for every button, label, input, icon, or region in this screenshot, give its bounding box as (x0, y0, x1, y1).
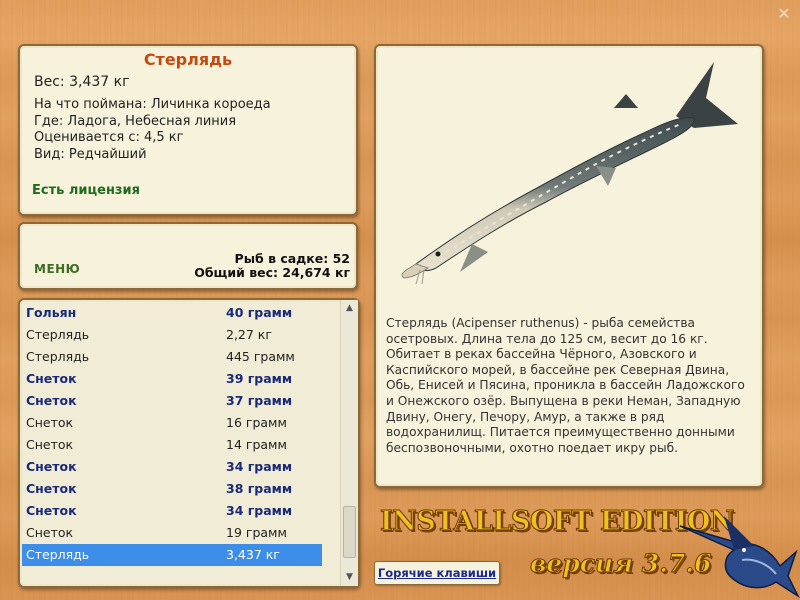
menu-button[interactable]: МЕНЮ (34, 262, 80, 276)
catch-fish-weight: 3,437 кг (226, 547, 280, 562)
catch-fish-weight: 16 грамм (226, 415, 287, 430)
marlin-logo-icon (679, 516, 800, 599)
fish-picture-panel: Стерлядь (Acipenser ruthenus) - рыба сем… (374, 44, 764, 488)
catch-list: Гольян 40 грамм Стерлядь 2,27 кг Стерлядь 445… (22, 302, 322, 566)
catch-fish-weight: 40 грамм (226, 305, 293, 320)
catch-list-row[interactable]: Снеток 16 грамм (22, 412, 322, 434)
catch-list-row[interactable]: Снеток 34 грамм (22, 500, 322, 522)
catch-list-scrollbar[interactable]: ▲ ▼ (340, 300, 358, 586)
total-weight: Общий вес: 24,674 кг (194, 265, 350, 280)
catch-fish-name: Стерлядь (26, 349, 90, 364)
catch-fish-name: Стерлядь (26, 547, 90, 562)
catch-fish-weight: 39 грамм (226, 371, 293, 386)
catch-fish-weight: 445 грамм (226, 349, 295, 364)
catch-fish-name: Снеток (26, 459, 77, 474)
catch-list-row[interactable]: Снеток 34 грамм (22, 456, 322, 478)
fish-weight: Вес: 3,437 кг (34, 74, 130, 90)
scroll-up-arrow-icon[interactable]: ▲ (341, 300, 358, 317)
fish-count: Рыб в садке: 52 (234, 251, 350, 266)
catch-fish-name: Гольян (26, 305, 77, 320)
catch-fish-weight: 34 грамм (226, 503, 293, 518)
catch-fish-name: Снеток (26, 415, 74, 430)
catch-fish-name: Снеток (26, 481, 77, 496)
catch-list-row[interactable]: Снеток 37 грамм (22, 390, 322, 412)
rating-threshold-detail: Оценивается с: 4,5 кг (34, 130, 184, 145)
catch-list-row[interactable]: Снеток 14 грамм (22, 434, 322, 456)
catch-fish-name: Снеток (26, 371, 77, 386)
scroll-down-arrow-icon[interactable]: ▼ (341, 569, 358, 586)
bait-detail: На что поймана: Личинка короеда (34, 97, 271, 112)
catch-list-row[interactable]: Снеток 39 грамм (22, 368, 322, 390)
close-icon[interactable]: ✕ (776, 6, 792, 22)
fish-name-title: Стерлядь (143, 50, 233, 69)
catch-fish-weight: 14 грамм (226, 437, 287, 452)
catch-list-row[interactable]: Стерлядь 2,27 кг (22, 324, 322, 346)
catch-fish-weight: 19 грамм (226, 525, 287, 540)
fish-details: На что поймана: Личинка короеда Где: Лад… (34, 97, 271, 163)
catch-list-row[interactable]: Снеток 19 грамм (22, 522, 322, 544)
catch-list-row[interactable]: Снеток 38 грамм (22, 478, 322, 500)
catch-list-row[interactable]: Стерлядь 445 грамм (22, 346, 322, 368)
catch-fish-name: Снеток (26, 503, 77, 518)
catch-fish-weight: 37 грамм (226, 393, 293, 408)
catch-fish-weight: 2,27 кг (226, 327, 272, 342)
catch-fish-name: Стерлядь (26, 327, 90, 342)
scroll-thumb[interactable] (343, 506, 356, 558)
sterlet-fish-image (401, 62, 738, 285)
catch-fish-weight: 38 грамм (226, 481, 293, 496)
catch-list-row[interactable]: Гольян 40 грамм (22, 302, 322, 324)
license-status: Есть лицензия (32, 183, 140, 198)
menu-stats-panel: МЕНЮ Рыб в садке: 52 Общий вес: 24,674 к… (18, 222, 358, 290)
catch-fish-name: Снеток (26, 437, 74, 452)
caught-fish-info-panel: Стерлядь Вес: 3,437 кг На что поймана: Л… (18, 44, 358, 216)
catch-fish-weight: 34 грамм (226, 459, 293, 474)
location-detail: Где: Ладога, Небесная линия (34, 113, 237, 129)
catch-list-row[interactable]: Стерлядь 3,437 кг (22, 544, 322, 566)
catch-list-panel: Гольян 40 грамм Стерлядь 2,27 кг Стерлядь 445… (18, 298, 360, 588)
fish-description: Стерлядь (Acipenser ruthenus) - рыба сем… (386, 316, 745, 455)
hotkeys-button[interactable]: Горячие клавиши (374, 561, 500, 585)
catch-fish-name: Снеток (26, 393, 77, 408)
catch-fish-name: Снеток (26, 525, 74, 540)
species-rarity-detail: Вид: Редчайший (34, 146, 147, 162)
keepnet-stats: Рыб в садке: 52 Общий вес: 24,674 кг (194, 252, 350, 280)
